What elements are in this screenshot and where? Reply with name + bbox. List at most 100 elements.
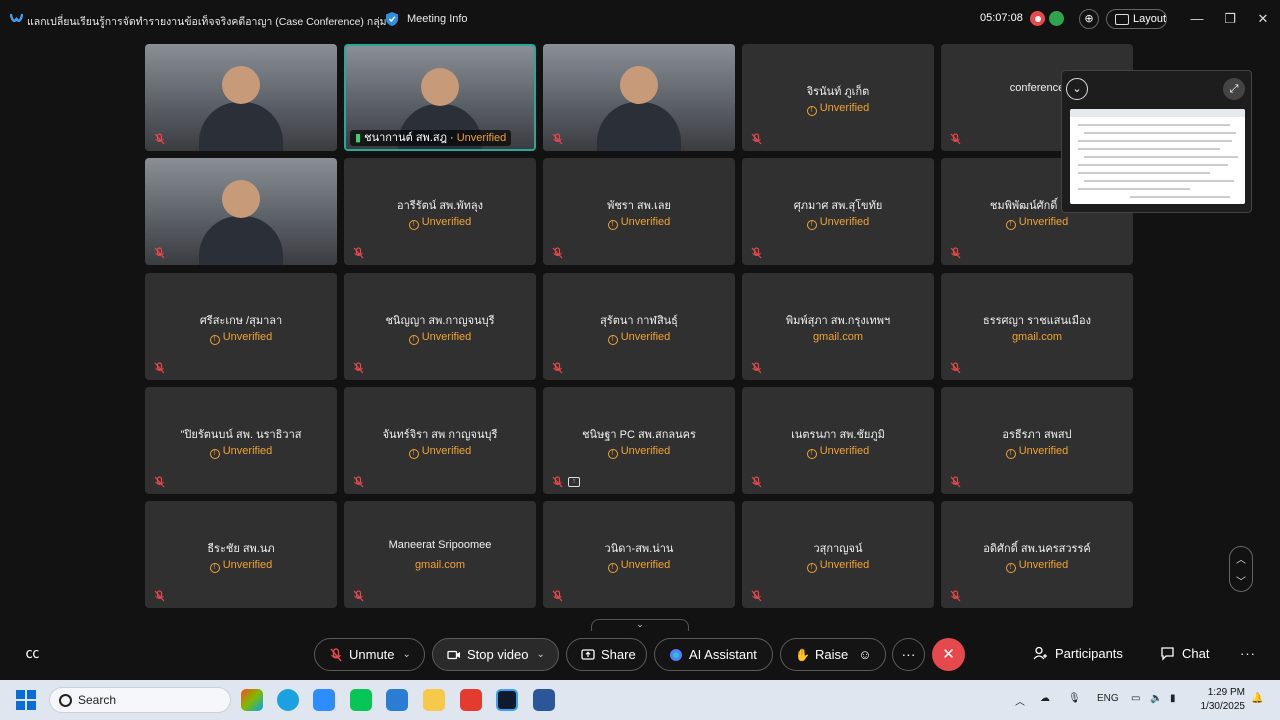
search-placeholder: Search — [78, 693, 117, 707]
page-up-icon[interactable]: ︿ — [1230, 551, 1252, 566]
participant-tile[interactable] — [145, 44, 337, 151]
meeting-controls: ㏄ Unmute ⌄ Stop video ⌄ Share AI Assista… — [0, 634, 1280, 678]
expand-icon[interactable]: ⤢ — [1223, 78, 1245, 100]
participant-tile[interactable]: Maneerat Sripoomee gmail.com — [344, 501, 536, 608]
show-more-tab[interactable]: ⌄ — [591, 619, 689, 631]
line-app-icon[interactable] — [350, 689, 372, 711]
file-explorer-icon[interactable] — [423, 689, 445, 711]
webex-app-icon[interactable] — [496, 689, 518, 711]
chevron-down-icon[interactable]: ⌄ — [536, 649, 544, 660]
participant-tile[interactable]: วสุกาญจน์! Unverified — [742, 501, 934, 608]
participant-tile[interactable]: ชนิษฐา PC สพ.สกลนคร! Unverified ↑ — [543, 387, 735, 494]
participant-tile[interactable]: ธรรศญา ราชแสนเมือง gmail.com — [941, 273, 1133, 380]
participant-tile[interactable]: ธีระชัย สพ.นภ! Unverified — [145, 501, 337, 608]
collapse-icon[interactable]: ⌄ — [1066, 78, 1088, 100]
wps-office-icon[interactable] — [460, 689, 482, 711]
status-text: gmail.com — [414, 559, 466, 571]
reactions-icon[interactable]: ☺ — [858, 647, 871, 662]
restore-icon[interactable]: ❐ — [1221, 10, 1239, 28]
participant-name: เนตรนภา สพ.ชัยภูมิ — [791, 429, 885, 441]
participant-name: อรธีรภา สพสป — [1002, 429, 1072, 441]
minimize-icon[interactable]: — — [1188, 10, 1206, 28]
participants-button[interactable]: Participants — [1033, 646, 1123, 661]
connection-icon[interactable] — [1049, 11, 1064, 26]
mic-muted-tray-icon[interactable]: 🎙 — [1068, 693, 1081, 704]
participant-tile[interactable]: วนิดา-สพ.น่าน! Unverified — [543, 501, 735, 608]
calendar-app-icon[interactable] — [386, 689, 408, 711]
tray-chevron-up-icon[interactable]: ︿ — [1015, 693, 1025, 708]
mic-muted-icon — [751, 361, 762, 374]
participant-name: ศรีสะเกษ /สุมาลา — [199, 315, 283, 327]
grid-pager[interactable]: ︿ ﹀ — [1229, 546, 1253, 592]
verification-status: ! Unverified — [543, 331, 735, 345]
status-text: Unverified — [421, 331, 472, 343]
network-icon[interactable]: ▭ — [1131, 693, 1140, 704]
recording-icon[interactable] — [1030, 11, 1045, 26]
page-down-icon[interactable]: ﹀ — [1230, 573, 1252, 588]
participant-tile[interactable]: ศรีสะเกษ /สุมาลา! Unverified — [145, 273, 337, 380]
participant-tile[interactable]: จันทร์จิรา สพ กาญจนบุรี! Unverified — [344, 387, 536, 494]
status-text: Unverified — [620, 445, 671, 457]
participant-tile[interactable]: จิรนันท์ ภูเก็ต! Unverified — [742, 44, 934, 151]
mic-muted-icon — [950, 589, 961, 602]
onedrive-icon[interactable]: ☁ — [1040, 693, 1050, 704]
participant-tile[interactable]: เนตรนภา สพ.ชัยภูมิ! Unverified — [742, 387, 934, 494]
volume-icon[interactable]: 🔈 — [1150, 693, 1162, 704]
participant-name: ชนากานต์ สพ.สฎ — [364, 132, 447, 144]
warning-icon: ! — [806, 220, 817, 230]
participant-tile[interactable]: พัชรา สพ.เลย! Unverified — [543, 158, 735, 265]
status-text: Unverified — [819, 559, 870, 571]
language-indicator[interactable]: ENG — [1097, 693, 1119, 704]
ai-assistant-button[interactable]: AI Assistant — [654, 638, 773, 671]
participant-tile[interactable]: พิมพ์สุภา สพ.กรุงเทพฯ gmail.com — [742, 273, 934, 380]
participant-tile[interactable]: ชนิญญา สพ.กาญจนบุรี! Unverified — [344, 273, 536, 380]
participant-name: ศุภมาศ สพ.สุโขทัย — [793, 200, 883, 212]
document-lines — [1070, 109, 1245, 198]
stop-video-button[interactable]: Stop video ⌄ — [432, 638, 559, 671]
participant-tile[interactable]: อดิศักดิ์ สพ.นครสวรรค์! Unverified — [941, 501, 1133, 608]
unmute-button[interactable]: Unmute ⌄ — [314, 638, 425, 671]
verification-status: ! Unverified — [941, 216, 1133, 230]
close-icon[interactable]: ✕ — [1254, 10, 1272, 28]
taskbar-search[interactable]: Search — [49, 687, 231, 713]
zoom-app-icon[interactable] — [313, 689, 335, 711]
chevron-down-icon[interactable]: ⌄ — [403, 649, 411, 660]
mic-muted-icon — [751, 246, 762, 259]
participant-name: จันทร์จิรา สพ กาญจนบุรี — [382, 429, 498, 441]
copilot-icon[interactable] — [241, 689, 263, 711]
participant-tile[interactable]: ศุภมาศ สพ.สุโขทัย! Unverified — [742, 158, 934, 265]
notification-bell-icon[interactable]: 🔔 — [1251, 693, 1263, 704]
shared-content-preview[interactable]: ⌄ ⤢ — [1061, 70, 1252, 213]
verification-status: ! Unverified — [145, 559, 337, 573]
edge-icon[interactable] — [277, 689, 299, 711]
raise-hand-button[interactable]: ✋ Raise ☺ — [780, 638, 886, 671]
participant-tile[interactable] — [145, 158, 337, 265]
participant-tile[interactable]: "ปิยรัตนบน์ สพ. นราธิวาส! Unverified — [145, 387, 337, 494]
status-text: Unverified — [819, 102, 870, 114]
status-text: Unverified — [620, 559, 671, 571]
overflow-menu-icon[interactable]: ··· — [1240, 646, 1256, 661]
hand-icon: ✋ — [795, 647, 810, 662]
participant-tile[interactable]: ▮ ชนากานต์ สพ.สฎ · Unverified — [344, 44, 536, 151]
windows-start-icon[interactable] — [16, 690, 36, 710]
verification-status: ! Unverified — [941, 445, 1133, 459]
warning-icon: ! — [607, 563, 618, 573]
verification-status: ! Unverified — [543, 559, 735, 573]
participant-tile[interactable] — [543, 44, 735, 151]
system-clock[interactable]: 1:29 PM 1/30/2025 — [1190, 686, 1246, 714]
shield-icon[interactable] — [385, 11, 399, 27]
battery-icon[interactable]: ▮ — [1170, 693, 1176, 704]
participant-tile[interactable]: สุรัตนา กาฬสินธุ์! Unverified — [543, 273, 735, 380]
meeting-info-link[interactable]: Meeting Info — [407, 13, 468, 25]
zoom-icon[interactable]: ⊕ — [1079, 9, 1099, 29]
end-call-button[interactable]: ✕ — [932, 638, 965, 671]
word-app-icon[interactable] — [533, 689, 555, 711]
layout-button[interactable]: Layout — [1106, 9, 1167, 29]
participant-tile[interactable]: อารีรัตน์ สพ.พัทลุง! Unverified — [344, 158, 536, 265]
participant-tile[interactable]: อรธีรภา สพสป ! Unverified — [941, 387, 1133, 494]
more-options-icon[interactable]: ··· — [892, 638, 925, 671]
captions-icon[interactable]: ㏄ — [16, 638, 49, 671]
sharing-icon: ↑ — [568, 477, 580, 487]
chat-button[interactable]: Chat — [1160, 646, 1209, 661]
share-button[interactable]: Share — [566, 638, 647, 671]
